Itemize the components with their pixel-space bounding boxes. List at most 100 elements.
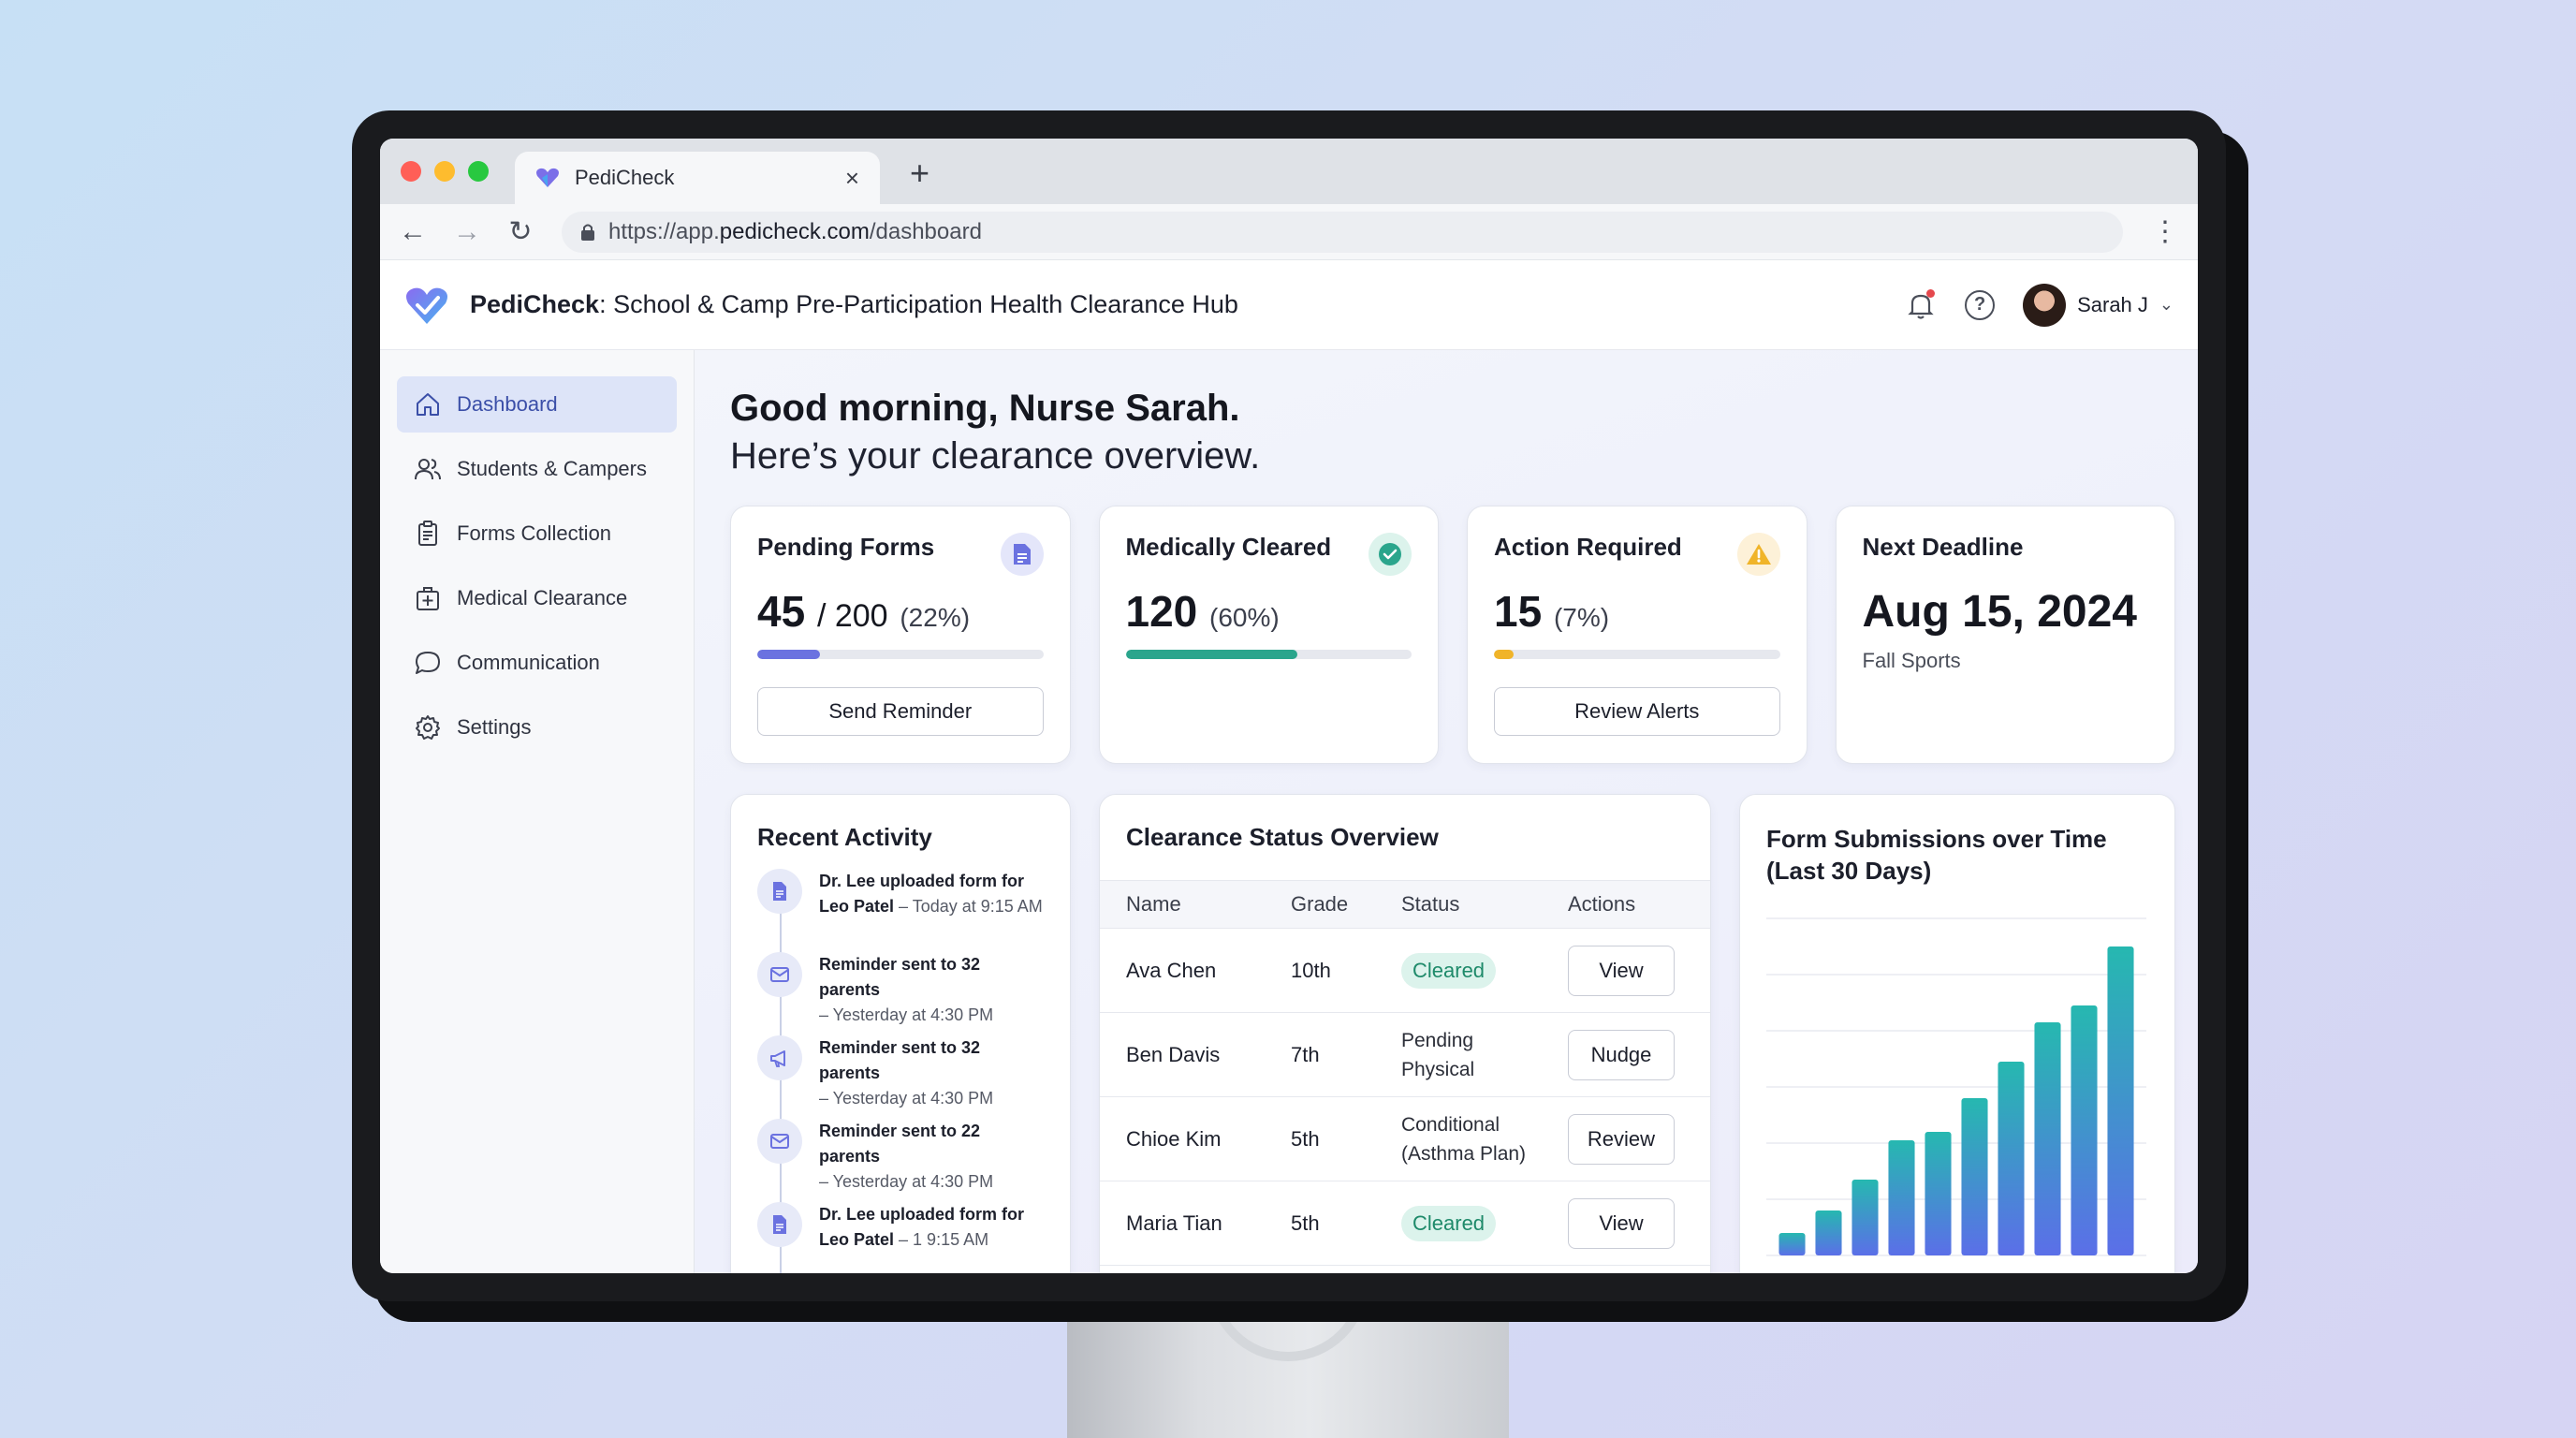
activity-name: Leo Patel bbox=[819, 897, 895, 916]
new-tab-icon[interactable]: + bbox=[910, 154, 929, 193]
sidebar-item-label: Settings bbox=[457, 715, 532, 739]
sidebar-item-students[interactable]: Students & Campers bbox=[397, 441, 677, 497]
activity-name: Leo Patel bbox=[819, 1230, 895, 1249]
back-arrow-icon[interactable]: ← bbox=[399, 216, 427, 248]
table-row: Ava Chen 10th Cleared View bbox=[1100, 929, 1710, 1013]
check-circle-icon bbox=[1368, 533, 1412, 576]
browser-tab[interactable]: PediCheck × bbox=[515, 152, 880, 204]
list-item[interactable]: Dr. Lee uploaded form for Leo Patel – Tod… bbox=[757, 869, 1044, 952]
review-button[interactable]: Review bbox=[1568, 1113, 1675, 1165]
status-line1: Pending bbox=[1401, 1029, 1474, 1051]
action-progress-bar bbox=[1494, 650, 1780, 659]
list-item[interactable]: Reminder sent to 22 parents – Yesterday a… bbox=[757, 1119, 1044, 1202]
chart-bar[interactable] bbox=[2107, 946, 2134, 1255]
chart-bar[interactable] bbox=[1778, 1233, 1806, 1255]
mail-icon bbox=[757, 952, 802, 997]
url-prefix: https://app. bbox=[608, 218, 720, 244]
chart-bar[interactable] bbox=[1998, 1062, 2025, 1255]
cleared-progress-bar bbox=[1125, 650, 1412, 659]
pending-forms-card: Pending Forms 45 / 200 (22%) Send Remind… bbox=[730, 506, 1071, 764]
browser-menu-icon[interactable]: ⋮ bbox=[2151, 215, 2179, 248]
pending-percent: (22%) bbox=[900, 603, 971, 632]
app-header: PediCheck: School & Camp Pre-Participati… bbox=[380, 260, 2198, 350]
url-domain: pedicheck.com bbox=[719, 218, 870, 244]
close-window-button[interactable] bbox=[401, 161, 421, 182]
submissions-chart-panel: Form Submissions over Time (Last 30 Days… bbox=[1739, 794, 2175, 1273]
chart-bar[interactable] bbox=[2034, 1022, 2061, 1255]
forward-arrow-icon[interactable]: → bbox=[453, 216, 481, 248]
chevron-down-icon: ⌄ bbox=[2159, 295, 2174, 314]
list-item[interactable]: Reminder sent to 32 parents – Yesterday a… bbox=[757, 952, 1044, 1035]
chart-bar[interactable] bbox=[1888, 1140, 1915, 1255]
status-text: Conditional (Asthma Plan) bbox=[1401, 1110, 1568, 1168]
list-item[interactable]: Reminder sent to 32 parents – Yesterday a… bbox=[757, 1035, 1044, 1119]
chart-title: Form Submissions over Time (Last 30 Days… bbox=[1766, 825, 2107, 885]
activity-text: Reminder sent to 32 parents – Yesterday a… bbox=[819, 1035, 1044, 1119]
url-field[interactable]: https://app.pedicheck.com/dashboard bbox=[562, 211, 2123, 253]
minimize-window-button[interactable] bbox=[434, 161, 455, 182]
view-button[interactable]: View bbox=[1568, 1197, 1675, 1249]
chart-bar[interactable] bbox=[1815, 1211, 1842, 1255]
pending-progress-fill bbox=[757, 650, 821, 659]
maximize-window-button[interactable] bbox=[468, 161, 489, 182]
column-header: Name bbox=[1126, 892, 1181, 916]
list-item[interactable]: Dr. Lee uploaded form for Leo Patel – 1 9… bbox=[757, 1202, 1044, 1273]
sidebar-item-medical-clearance[interactable]: Medical Clearance bbox=[397, 570, 677, 626]
brand-name: PediCheck bbox=[470, 290, 600, 318]
sidebar-item-forms[interactable]: Forms Collection bbox=[397, 506, 677, 562]
nudge-button[interactable]: Nudge bbox=[1568, 1029, 1675, 1080]
user-menu[interactable]: Sarah J ⌄ bbox=[2023, 283, 2174, 327]
sidebar-item-dashboard[interactable]: Dashboard bbox=[397, 376, 677, 433]
sidebar-item-settings[interactable]: Settings bbox=[397, 699, 677, 756]
column-header: Status bbox=[1401, 892, 1460, 916]
chart-bar[interactable] bbox=[1925, 1132, 1952, 1255]
view-button[interactable]: View bbox=[1568, 945, 1675, 996]
gear-icon bbox=[416, 715, 440, 740]
column-header: Actions bbox=[1568, 892, 1636, 916]
document-badge-icon bbox=[1000, 533, 1044, 576]
status-text: Pending Physical bbox=[1401, 1026, 1568, 1084]
send-reminder-button[interactable]: Send Reminder bbox=[757, 687, 1044, 736]
sidebar: Dashboard Students & Campers Forms Colle… bbox=[380, 350, 695, 1273]
chart-bar[interactable] bbox=[2071, 1005, 2098, 1255]
user-name: Sarah J bbox=[2077, 292, 2148, 316]
activity-text: Dr. Lee uploaded form for Leo Patel – Tod… bbox=[819, 869, 1043, 952]
status-badge: Cleared bbox=[1401, 1205, 1497, 1241]
tab-close-icon[interactable]: × bbox=[845, 164, 859, 193]
panel-title: Recent Activity bbox=[757, 823, 932, 851]
sidebar-item-communication[interactable]: Communication bbox=[397, 635, 677, 691]
app-title: PediCheck: School & Camp Pre-Participati… bbox=[470, 290, 1238, 319]
review-alerts-button[interactable]: Review Alerts bbox=[1494, 687, 1780, 736]
student-name: Ben Davis bbox=[1126, 1042, 1221, 1066]
activity-text: Reminder sent to 22 parents – Yesterday a… bbox=[819, 1119, 1044, 1202]
greeting-title: Good morning, Nurse Sarah. bbox=[730, 388, 1240, 429]
action-progress-fill bbox=[1494, 650, 1515, 659]
tab-bar: PediCheck × + bbox=[380, 139, 2198, 204]
medically-cleared-card: Medically Cleared 120 (60%) bbox=[1098, 506, 1439, 764]
action-percent: (7%) bbox=[1553, 603, 1610, 632]
column-header: Grade bbox=[1291, 892, 1349, 916]
submissions-bar-chart bbox=[1766, 917, 2146, 1256]
clipboard-icon bbox=[418, 521, 437, 546]
clearance-status-panel: Clearance Status Overview Name Grade Sta… bbox=[1099, 794, 1711, 1273]
app-subtitle: : School & Camp Pre-Participation Health… bbox=[599, 290, 1238, 318]
panel-title: Clearance Status Overview bbox=[1126, 823, 1439, 851]
deadline-date: Aug 15, 2024 bbox=[1862, 587, 2137, 637]
notifications-bell-icon[interactable] bbox=[1905, 288, 1937, 321]
chart-bar[interactable] bbox=[1961, 1098, 1988, 1255]
activity-line1: Dr. Lee uploaded form for bbox=[819, 1205, 1025, 1224]
header-actions: ? Sarah J ⌄ bbox=[1905, 283, 2174, 327]
reload-icon[interactable]: ↻ bbox=[507, 215, 534, 248]
pedicheck-favicon-icon bbox=[536, 168, 559, 187]
table-row: Ben Davis 7th Pending Physical Nudge bbox=[1100, 1013, 1710, 1097]
url-path: /dashboard bbox=[869, 218, 982, 244]
action-count: 15 bbox=[1494, 587, 1543, 636]
pending-count: 45 bbox=[757, 587, 806, 636]
notification-dot bbox=[1926, 288, 1936, 298]
pedicheck-logo-icon bbox=[406, 287, 447, 324]
status-badge: Cleared bbox=[1401, 952, 1497, 989]
help-icon[interactable]: ? bbox=[1965, 289, 1996, 320]
chart-bar[interactable] bbox=[1852, 1180, 1879, 1255]
address-bar: ← → ↻ https://app.pedicheck.com/dashboar… bbox=[380, 204, 2198, 260]
window-controls bbox=[401, 161, 489, 182]
